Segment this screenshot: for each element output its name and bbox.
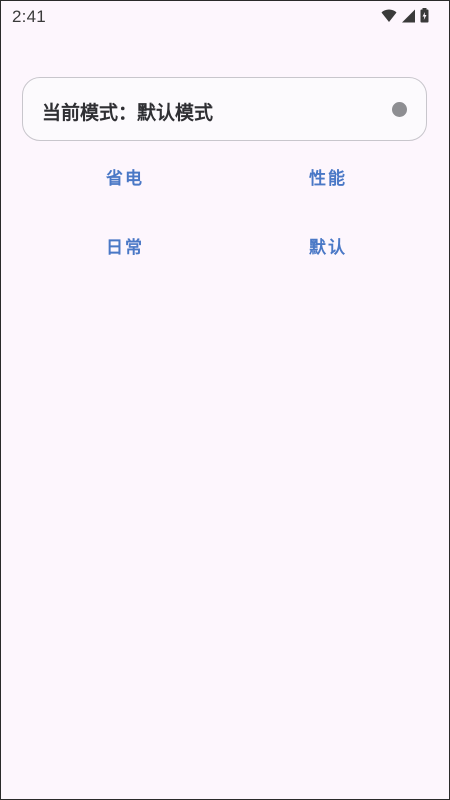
current-mode-label: 当前模式：默认模式: [42, 102, 214, 124]
power-saving-mode-button[interactable]: 省电: [65, 159, 185, 199]
performance-mode-button[interactable]: 性能: [268, 159, 388, 199]
status-icons: [381, 8, 429, 23]
cellular-signal-icon: [401, 9, 416, 23]
wifi-icon: [381, 9, 397, 23]
status-bar: 2:41: [1, 1, 449, 33]
app-screen: 2:41 当前模式：默认模式 省电 性能 日常 默认: [0, 0, 450, 800]
status-time: 2:41: [12, 7, 46, 26]
current-mode-card: 当前模式：默认模式: [22, 77, 427, 141]
default-mode-button[interactable]: 默认: [268, 228, 388, 268]
battery-charging-icon: [420, 8, 429, 23]
mode-status-indicator: [392, 102, 407, 117]
daily-mode-button[interactable]: 日常: [65, 228, 185, 268]
